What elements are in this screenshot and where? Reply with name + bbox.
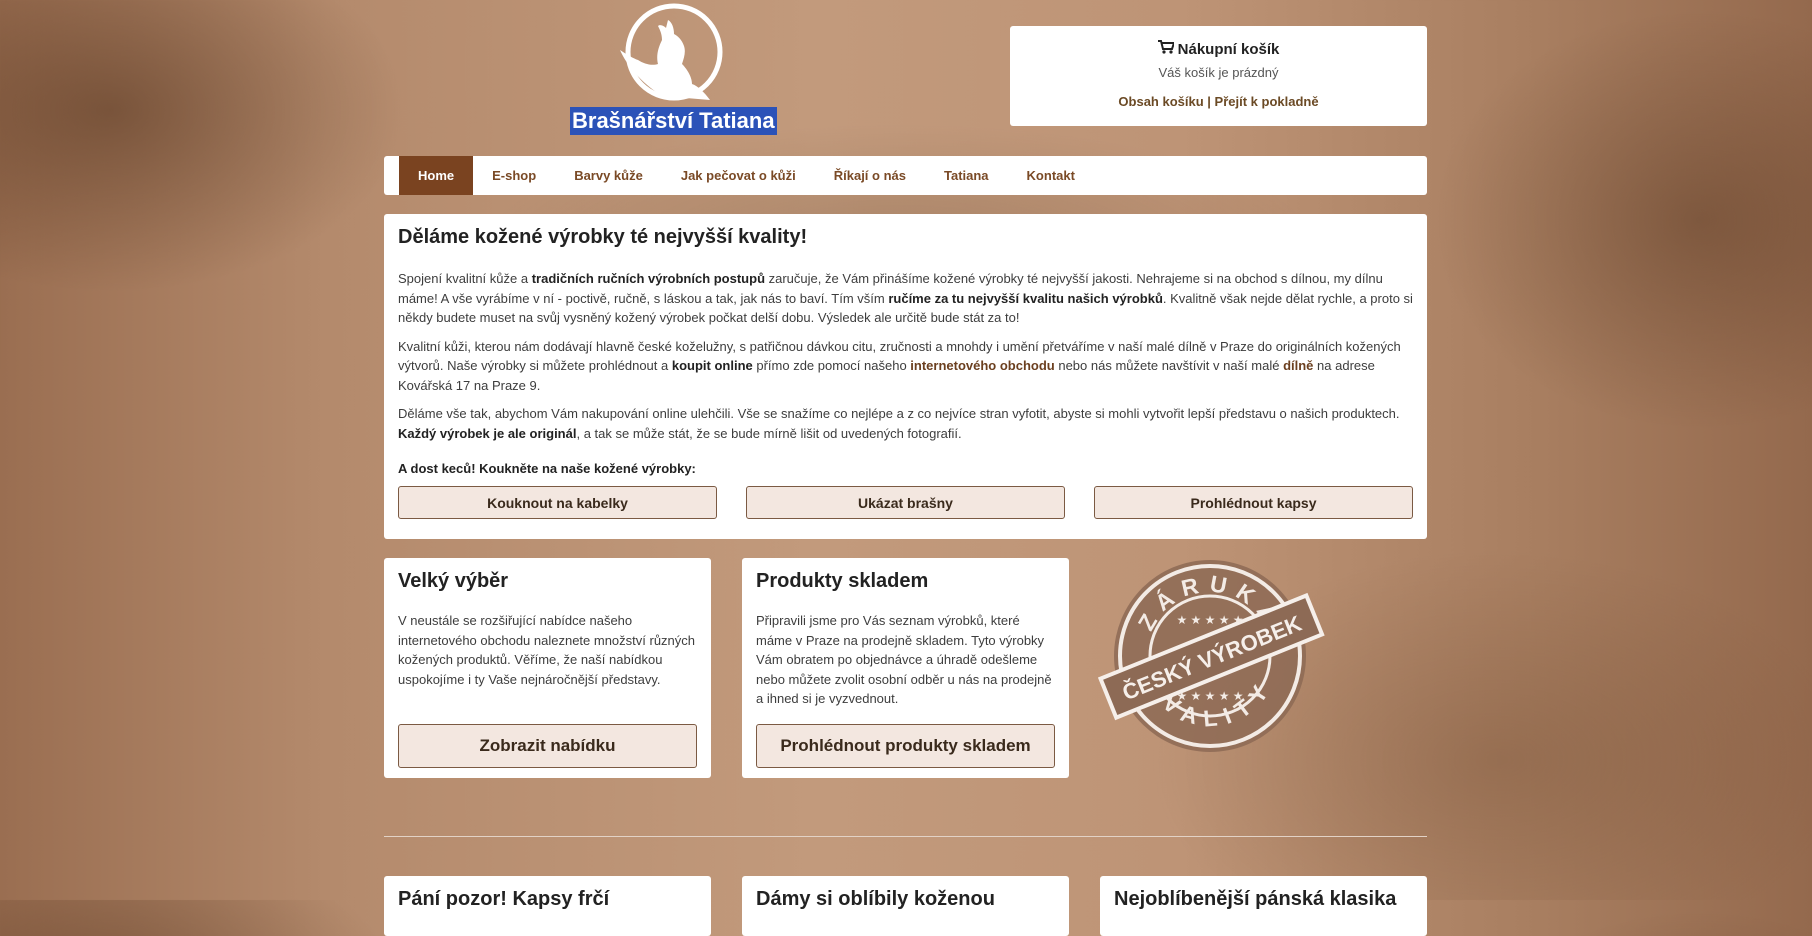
in-stock-card: Produkty skladem Připravili jsme pro Vás… <box>742 558 1069 778</box>
howling-wolf-icon <box>620 3 723 101</box>
card-text: Připravili jsme pro Vás seznam výrobků, … <box>756 613 1052 706</box>
text-bold: tradičních ručních výrobních postupů <box>531 271 766 286</box>
card-title: Produkty skladem <box>756 570 929 592</box>
quality-stamp-icon: ZÁRUKA KVALITY ČESKÝ VÝROBEK ★ ★ ★ ★ ★ ★… <box>1097 554 1328 764</box>
cart-box: Nákupní košík Váš košík je prázdný Obsah… <box>1010 26 1427 126</box>
text: , a tak se může stát, že se bude mírně l… <box>576 425 962 441</box>
text: Spojení kvalitní kůže a <box>398 271 532 286</box>
page: Brašnářství Tatiana Nákupní košík Váš ko… <box>384 0 1427 936</box>
show-offer-button[interactable]: Zobrazit nabídku <box>398 724 697 768</box>
cart-title: Nákupní košík <box>1177 41 1280 58</box>
cart-links: Obsah košíku | Přejít k pokladně <box>1010 94 1427 109</box>
cart-status: Váš košík je prázdný <box>1158 65 1279 80</box>
nav-item-home[interactable]: Home <box>399 156 474 195</box>
text: přímo zde pomocí našeho <box>752 358 911 373</box>
card-title: Velký výběr <box>398 570 509 592</box>
svg-text:★ ★ ★ ★ ★: ★ ★ ★ ★ ★ <box>1176 689 1243 703</box>
logo-text: Brašnářství Tatiana <box>570 107 777 135</box>
view-in-stock-button[interactable]: Prohlédnout produkty skladem <box>756 724 1055 768</box>
card-text: V neustále se rozšiřující nabídce našeho… <box>398 613 696 687</box>
teaser-card-mens-classic[interactable]: Nejoblíbenější pánská klasika <box>1100 876 1427 936</box>
nav-item-leather-care[interactable]: Jak pečovat o kůži <box>662 156 815 195</box>
cart-icon <box>1157 40 1176 58</box>
workshop-link[interactable]: dílně <box>1283 358 1313 373</box>
text-bold: ručíme za tu nejvyšší kvalitu našich výr… <box>888 290 1163 306</box>
section-divider <box>384 836 1427 837</box>
text-bold: Každý výrobek je ale originál <box>398 425 577 441</box>
intro-paragraph-3: Děláme vše tak, abychom Vám nakupování o… <box>398 404 1413 443</box>
teaser-card-pouches[interactable]: Pání pozor! Kapsy frčí <box>384 876 711 936</box>
wide-selection-card: Velký výběr V neustále se rozšiřující na… <box>384 558 711 778</box>
teaser-card-ladies[interactable]: Dámy si oblíbily koženou <box>742 876 1069 936</box>
intro-cta: A dost keců! Koukněte na naše kožené výr… <box>398 461 696 476</box>
cart-separator: | <box>1207 94 1211 109</box>
text: Děláme vše tak, abychom Vám nakupování o… <box>398 406 1400 421</box>
site-logo[interactable]: Brašnářství Tatiana <box>570 0 796 140</box>
intro-paragraph-1: Spojení kvalitní kůže a tradičních ruční… <box>398 269 1413 328</box>
nav-item-eshop[interactable]: E-shop <box>473 156 555 195</box>
svg-text:★ ★ ★ ★ ★: ★ ★ ★ ★ ★ <box>1176 613 1243 627</box>
pouches-button[interactable]: Prohlédnout kapsy <box>1094 486 1413 519</box>
nav-item-contact[interactable]: Kontakt <box>1008 156 1094 195</box>
cart-title-row: Nákupní košík <box>1010 40 1427 58</box>
intro-title: Děláme kožené výrobky té nejvyšší kvalit… <box>398 226 808 248</box>
checkout-link[interactable]: Přejít k pokladně <box>1215 94 1319 109</box>
category-buttons: Kouknout na kabelky Ukázat brašny Prohlé… <box>398 486 1413 519</box>
text: nebo nás můžete navštívit v naší malé <box>1054 358 1284 373</box>
nav-item-testimonials[interactable]: Říkají o nás <box>815 156 925 195</box>
intro-panel: Děláme kožené výrobky té nejvyšší kvalit… <box>384 214 1427 539</box>
cart-contents-link[interactable]: Obsah košíku <box>1118 94 1203 109</box>
intro-paragraph-2: Kvalitní kůži, kterou nám dodávají hlavn… <box>398 337 1413 396</box>
handbags-button[interactable]: Kouknout na kabelky <box>398 486 717 519</box>
nav-item-tatiana[interactable]: Tatiana <box>925 156 1008 195</box>
bags-button[interactable]: Ukázat brašny <box>746 486 1065 519</box>
eshop-link[interactable]: internetového obchodu <box>910 358 1054 373</box>
buy-online-text: koupit online <box>671 358 753 373</box>
main-nav: Home E-shop Barvy kůže Jak pečovat o kůž… <box>384 156 1427 195</box>
nav-item-leather-colors[interactable]: Barvy kůže <box>555 156 662 195</box>
